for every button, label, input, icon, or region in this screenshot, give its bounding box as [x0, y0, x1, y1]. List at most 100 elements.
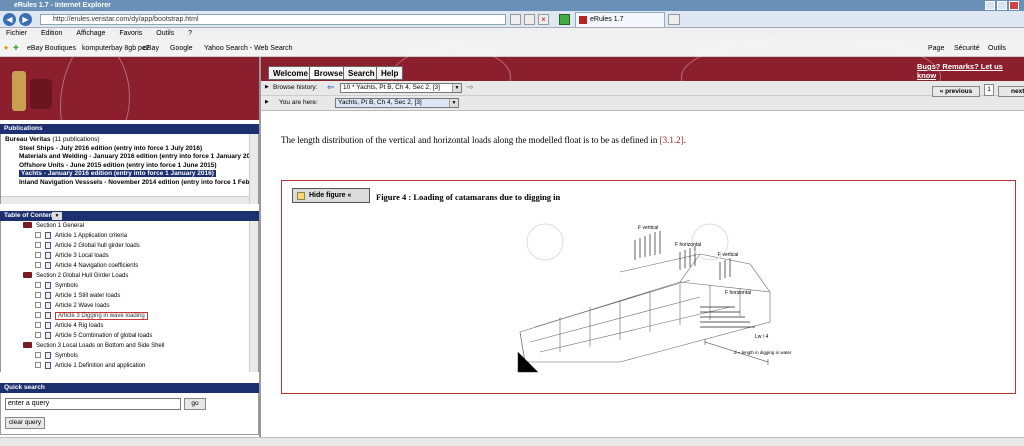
vertical-scrollbar[interactable] — [249, 134, 258, 204]
quick-search-input[interactable]: enter a query — [5, 398, 181, 410]
hide-figure-label: Hide figure « — [309, 192, 352, 199]
toc-section[interactable]: Section 3 Local Loads on Bottom and Side… — [23, 341, 164, 351]
refresh-icon[interactable] — [524, 14, 535, 25]
document-icon — [45, 281, 51, 289]
content-text-end: . — [683, 135, 686, 145]
document-icon — [45, 231, 51, 239]
erules-favicon-icon — [579, 16, 587, 24]
tab-welcome[interactable]: Welcome — [268, 66, 313, 80]
page-number[interactable]: 1 — [984, 84, 994, 96]
back-icon[interactable]: ◀ — [3, 13, 16, 26]
toc-article-selected[interactable]: Article 3 Digging in wave loading — [35, 311, 148, 321]
content-paragraph: The length distribution of the vertical … — [281, 135, 686, 145]
toc-header-label: Table of Contents — [4, 212, 59, 219]
pub-item[interactable]: Materials and Welding - January 2016 edi… — [5, 153, 258, 162]
page-menu[interactable]: Page — [928, 40, 944, 57]
window-title: eRules 1.7 - Internet Explorer — [14, 2, 111, 9]
label-f-vertical: F vertical — [638, 225, 658, 231]
toc-section[interactable]: Section 2 Global Hull Girder Loads — [23, 271, 128, 281]
menu-outils[interactable]: Outils — [156, 30, 174, 37]
toc-article[interactable]: Article 4 Navigation coefficients — [35, 261, 138, 271]
toc-dropdown-icon[interactable]: ▼ — [52, 212, 62, 220]
fav-yahoo-search[interactable]: Yahoo Search - Web Search — [204, 40, 292, 57]
expand-icon[interactable] — [35, 352, 41, 359]
fav-komputerbay[interactable]: komputerbay 8gb pc2 — [82, 40, 149, 57]
pub-item[interactable]: Steel Ships - July 2016 edition (entry i… — [5, 145, 258, 154]
document-icon — [45, 311, 51, 319]
pub-item-selected[interactable]: Yachts - January 2016 edition (entry int… — [5, 170, 258, 179]
minimize-icon[interactable] — [985, 1, 995, 10]
expand-icon[interactable] — [35, 232, 41, 239]
tools-menu[interactable]: Outils — [988, 40, 1006, 57]
expand-icon[interactable] — [35, 302, 41, 309]
toc-article[interactable]: Article 2 Global hull girder loads — [35, 241, 140, 251]
expand-icon[interactable] — [35, 262, 41, 269]
security-menu[interactable]: Sécurité — [954, 40, 980, 57]
maximize-icon[interactable] — [997, 1, 1007, 10]
menu-fichier[interactable]: Fichier — [6, 30, 27, 37]
browse-history-bar: ▶ Browse history: ⇐ 10 * Yachts, Pt B, C… — [261, 81, 1024, 96]
menu-favoris[interactable]: Favoris — [119, 30, 142, 37]
tab-search[interactable]: Search — [343, 66, 380, 80]
fav-ebay[interactable]: eBay — [143, 40, 159, 57]
url-field[interactable]: http://erules.veristar.com/dy/app/bootst… — [40, 14, 506, 25]
history-forward-icon[interactable]: ⇒ — [466, 82, 474, 93]
toc-section[interactable]: Section 1 General — [23, 221, 84, 231]
toc-article[interactable]: Symbols — [35, 351, 78, 361]
forward-icon[interactable]: ▶ — [19, 13, 32, 26]
menu-edition[interactable]: Edition — [41, 30, 62, 37]
bugs-remarks-link[interactable]: Bugs? Remarks? Let us know — [917, 62, 1024, 80]
previous-button[interactable]: « previous — [932, 86, 980, 97]
go-button[interactable]: go — [184, 398, 206, 410]
hide-figure-button[interactable]: Hide figure « — [292, 188, 370, 203]
menu-help[interactable]: ? — [188, 30, 192, 37]
clear-query-button[interactable]: clear query — [5, 417, 45, 429]
expand-icon[interactable] — [35, 252, 41, 259]
toc-article[interactable]: Article 3 Local loads — [35, 251, 109, 261]
toc-article[interactable]: Article 4 Rig loads — [35, 321, 103, 331]
expand-icon[interactable] — [35, 322, 41, 329]
toc-header: Table of Contents ▼ — [0, 211, 259, 221]
expand-icon[interactable] — [35, 362, 41, 369]
pub-item[interactable]: Offshore Units - June 2015 edition (entr… — [5, 162, 258, 171]
new-tab-icon[interactable] — [668, 14, 680, 25]
history-back-icon[interactable]: ⇐ — [327, 82, 335, 93]
address-bar: ◀ ▶ http://erules.veristar.com/dy/app/bo… — [0, 11, 1024, 28]
expand-icon[interactable] — [35, 282, 41, 289]
publications-root[interactable]: Bureau Veritas (11 publications) — [5, 136, 258, 145]
tab-help[interactable]: Help — [376, 66, 404, 80]
compat-icon[interactable] — [510, 14, 521, 25]
toc-article[interactable]: Article 1 Application criteria — [35, 231, 127, 241]
favorites-star-icon[interactable]: ★ — [3, 40, 9, 57]
toc-article[interactable]: Symbols — [35, 281, 78, 291]
toc-article[interactable]: Article 5 Combination of global loads — [35, 331, 152, 341]
pub-item[interactable]: Inland Navigation Vesssels - November 20… — [5, 179, 258, 188]
expand-icon[interactable] — [35, 242, 41, 249]
close-icon[interactable] — [1009, 1, 1019, 10]
favorites-add-icon[interactable]: ✚ — [13, 40, 19, 57]
document-icon — [45, 261, 51, 269]
breadcrumb-select[interactable]: Yachts, Pt B, Ch 4, Sec 2, [3] ▼ — [335, 98, 459, 108]
tab-erules[interactable]: eRules 1.7 — [575, 12, 665, 27]
browse-history-value: 10 * Yachts, Pt B, Ch 4, Sec 2, [3] — [343, 84, 440, 91]
toc-article[interactable]: Article 1 Still water loads — [35, 291, 120, 301]
label-f-horizontal: F horizontal — [675, 242, 701, 248]
document-icon — [45, 351, 51, 359]
fav-ebay-boutiques[interactable]: eBay Boutiques — [27, 40, 76, 57]
toc-article[interactable]: Article 1 Definition and application — [35, 361, 145, 371]
expand-icon[interactable] — [35, 292, 41, 299]
reference-link[interactable]: [3.1.2] — [660, 135, 684, 145]
fav-google[interactable]: Google — [170, 40, 193, 57]
favorites-add-icon[interactable] — [559, 14, 570, 25]
toc-article[interactable]: Article 2 Wave loads — [35, 301, 109, 311]
book-icon — [23, 342, 32, 349]
next-button[interactable]: next — [998, 86, 1024, 97]
browse-history-select[interactable]: 10 * Yachts, Pt B, Ch 4, Sec 2, [3] ▼ — [340, 83, 462, 93]
expand-icon[interactable] — [35, 312, 41, 319]
expand-icon[interactable] — [35, 332, 41, 339]
menu-affichage[interactable]: Affichage — [76, 30, 105, 37]
catamaran-figure: F vertical F horizontal F vertical F hor… — [517, 223, 792, 373]
vertical-scrollbar[interactable] — [249, 221, 258, 372]
horizontal-scrollbar[interactable] — [1, 196, 250, 204]
stop-icon[interactable]: × — [538, 14, 549, 25]
